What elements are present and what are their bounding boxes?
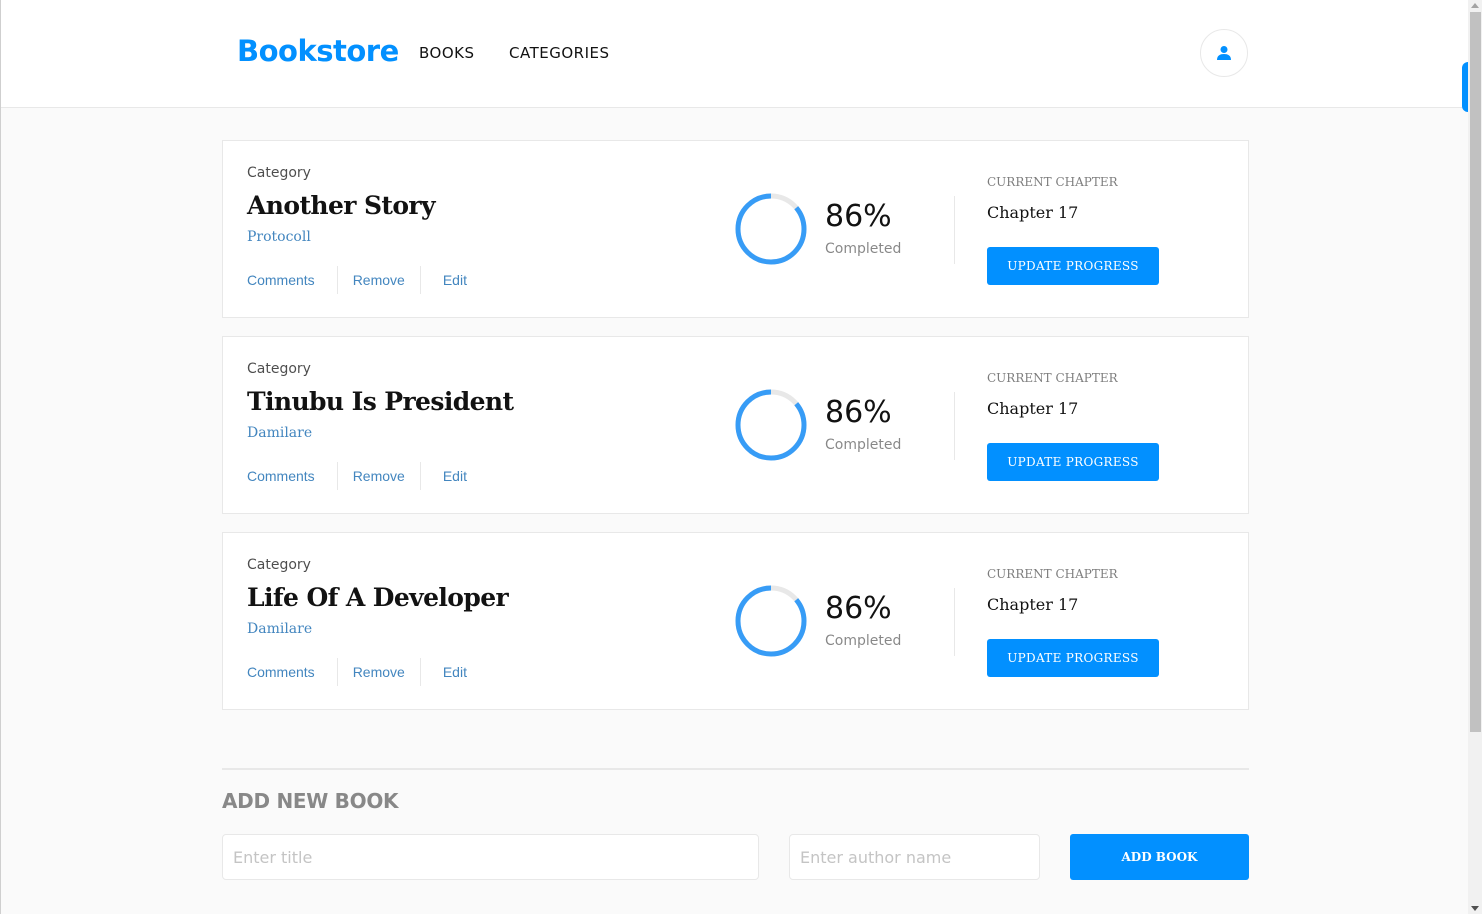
book-category: Category [247,361,311,377]
current-chapter-label: CURRENT CHAPTER [987,175,1118,189]
current-chapter-value: Chapter 17 [987,595,1079,614]
book-author[interactable]: Protocoll [247,229,311,245]
edit-button[interactable]: Edit [421,266,482,294]
edit-button[interactable]: Edit [421,462,482,490]
book-category: Category [247,557,311,573]
book-author[interactable]: Damilare [247,621,312,637]
divider [222,768,1249,770]
completed-label: Completed [825,633,902,649]
current-chapter-value: Chapter 17 [987,399,1079,418]
card-divider [954,196,955,264]
author-input[interactable] [789,834,1040,880]
book-title: Life Of A Developer [247,583,509,612]
title-input[interactable] [222,834,759,880]
comments-button[interactable]: Comments [247,266,338,294]
add-book-button[interactable]: ADD BOOK [1070,834,1249,880]
comments-button[interactable]: Comments [247,462,338,490]
nav-categories[interactable]: CATEGORIES [509,44,610,62]
edit-button[interactable]: Edit [421,658,482,686]
book-title: Tinubu Is President [247,387,514,416]
card-divider [954,588,955,656]
update-progress-button[interactable]: UPDATE PROGRESS [987,443,1159,481]
book-title: Another Story [247,191,436,220]
update-progress-button[interactable]: UPDATE PROGRESS [987,639,1159,677]
comments-button[interactable]: Comments [247,658,338,686]
progress-percent: 86% [825,199,892,234]
scroll-down-arrow-icon[interactable] [1471,906,1479,911]
remove-button[interactable]: Remove [338,266,421,294]
book-author[interactable]: Damilare [247,425,312,441]
completed-label: Completed [825,437,902,453]
progress-percent: 86% [825,591,892,626]
progress-ring [735,389,807,461]
current-chapter-label: CURRENT CHAPTER [987,371,1118,385]
remove-button[interactable]: Remove [338,462,421,490]
user-icon [1217,46,1231,60]
book-card: Category Another Story Protocoll Comment… [222,140,1249,318]
completed-label: Completed [825,241,902,257]
user-button[interactable] [1200,29,1248,77]
progress-percent: 86% [825,395,892,430]
book-card: Category Life Of A Developer Damilare Co… [222,532,1249,710]
scrollbar[interactable] [1468,0,1482,914]
form-title: ADD NEW BOOK [222,789,399,813]
header: Bookstore BOOKS CATEGORIES [1,0,1468,108]
progress-ring [735,585,807,657]
current-chapter-label: CURRENT CHAPTER [987,567,1118,581]
book-category: Category [247,165,311,181]
update-progress-button[interactable]: UPDATE PROGRESS [987,247,1159,285]
logo[interactable]: Bookstore [237,34,399,68]
book-actions: Comments Remove Edit [247,658,482,686]
nav-books[interactable]: BOOKS [419,44,475,62]
scroll-thumb[interactable] [1470,12,1481,732]
scroll-up-arrow-icon[interactable] [1471,3,1479,8]
current-chapter-value: Chapter 17 [987,203,1079,222]
book-card: Category Tinubu Is President Damilare Co… [222,336,1249,514]
remove-button[interactable]: Remove [338,658,421,686]
book-actions: Comments Remove Edit [247,266,482,294]
book-actions: Comments Remove Edit [247,462,482,490]
progress-ring [735,193,807,265]
card-divider [954,392,955,460]
